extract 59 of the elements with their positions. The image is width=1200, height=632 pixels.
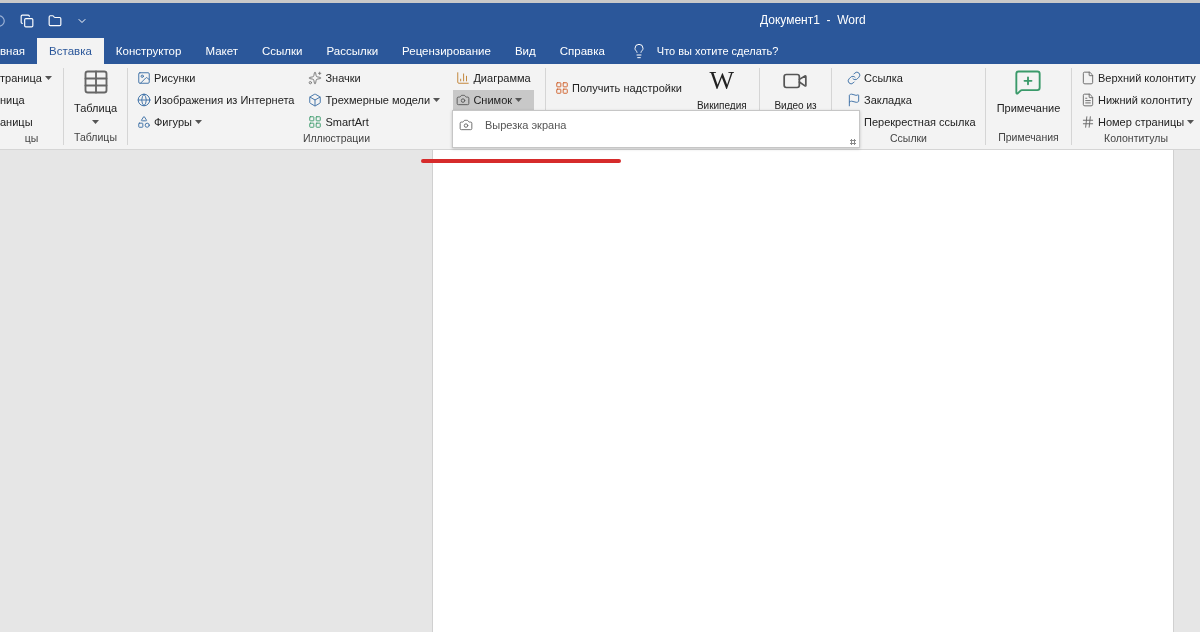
ribbon-tab[interactable]: Рецензирование bbox=[390, 38, 503, 64]
ribbon-tab[interactable]: Рассылки bbox=[314, 38, 391, 64]
window-title: Документ1 - Word bbox=[760, 13, 866, 27]
ribbon-button[interactable]: Трехмерные модели bbox=[305, 90, 446, 110]
document-icon bbox=[1081, 93, 1095, 107]
get-addins-button[interactable]: Получить надстройки bbox=[552, 78, 685, 98]
bar-chart-icon bbox=[456, 71, 471, 85]
flag-icon bbox=[847, 93, 861, 107]
ribbon-tab[interactable]: Конструктор bbox=[103, 38, 194, 64]
picture-icon bbox=[137, 71, 151, 85]
hash-icon bbox=[1081, 115, 1095, 129]
wikipedia-button[interactable]: W Википедия bbox=[692, 68, 751, 111]
ribbon-button[interactable]: SmartArt bbox=[305, 112, 446, 132]
group-label: Примечания bbox=[998, 131, 1059, 145]
shapes-icon bbox=[137, 115, 151, 129]
ribbon-button[interactable]: Нижний колонтиту bbox=[1078, 90, 1199, 110]
ribbon-tab[interactable]: Вид bbox=[502, 38, 548, 64]
group-label: Таблицы bbox=[74, 131, 117, 145]
tell-me-field[interactable]: Что вы хотите сделать? bbox=[656, 45, 779, 57]
ribbon-button[interactable]: Рисунки bbox=[134, 68, 298, 88]
camera-icon bbox=[459, 118, 473, 132]
group-label: Колонтитулы bbox=[1104, 132, 1168, 145]
caret-icon bbox=[1187, 120, 1195, 124]
resize-grip-icon[interactable] bbox=[850, 139, 856, 145]
ribbon-button[interactable]: Фигуры bbox=[134, 112, 298, 132]
comment-plus-icon bbox=[1014, 68, 1043, 96]
ribbon-button[interactable]: Верхний колонтиту bbox=[1078, 68, 1199, 88]
ribbon-tab[interactable]: Макет bbox=[193, 38, 250, 64]
caret-icon bbox=[433, 98, 441, 102]
cube-icon bbox=[308, 93, 323, 107]
ribbon-button[interactable]: Снимок bbox=[453, 90, 534, 110]
ribbon-button[interactable]: траница bbox=[0, 68, 55, 88]
folder-icon[interactable] bbox=[48, 13, 62, 28]
ribbon-tab[interactable]: Вставка bbox=[37, 38, 104, 64]
globe-icon bbox=[137, 93, 151, 107]
group-label: Ссылки bbox=[890, 132, 927, 145]
table-button[interactable]: Таблица bbox=[69, 68, 122, 131]
ribbon-tab[interactable]: Ссылки bbox=[249, 38, 315, 64]
ribbon-button[interactable]: аницы bbox=[0, 112, 55, 132]
copy-icon[interactable] bbox=[20, 13, 34, 28]
ribbon-button[interactable]: Значки bbox=[305, 68, 446, 88]
group-label: Иллюстрации bbox=[302, 132, 371, 145]
link-icon bbox=[847, 71, 861, 85]
camera-icon bbox=[456, 93, 471, 107]
ribbon-button[interactable]: ница bbox=[0, 90, 55, 110]
caret-icon bbox=[194, 120, 202, 124]
ribbon-tab[interactable]: вная bbox=[0, 38, 38, 64]
caret-icon bbox=[515, 98, 523, 102]
caret-icon bbox=[44, 76, 52, 80]
comment-button[interactable]: Примечание bbox=[992, 68, 1065, 131]
ribbon-button[interactable]: Ссылка bbox=[844, 68, 979, 88]
caret-icon bbox=[92, 120, 99, 124]
ribbon-button[interactable]: Номер страницы bbox=[1078, 112, 1199, 132]
ribbon-tab[interactable]: Справка bbox=[547, 38, 617, 64]
document-icon bbox=[1081, 71, 1095, 85]
group-label: цы bbox=[24, 132, 39, 145]
ribbon-button[interactable]: Закладка bbox=[844, 90, 979, 110]
ribbon-button[interactable]: Диаграмма bbox=[453, 68, 534, 88]
ribbon-button[interactable]: Изображения из Интернета bbox=[134, 90, 298, 110]
